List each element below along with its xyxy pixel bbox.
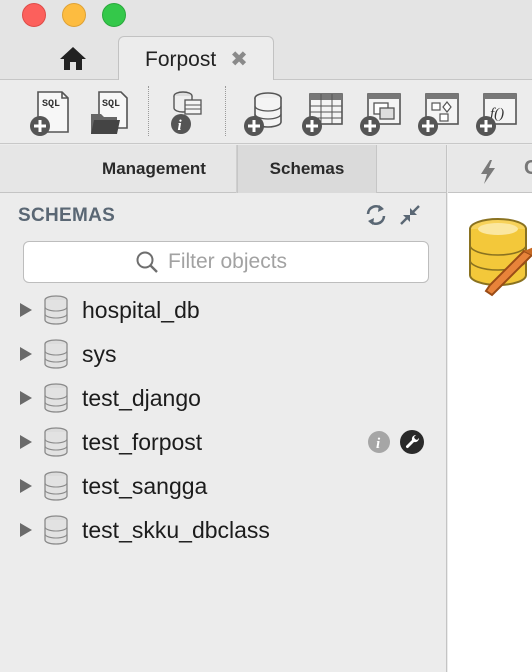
svg-text:SQL: SQL (42, 99, 60, 110)
schema-row[interactable]: sys (0, 332, 446, 376)
disclosure-triangle-icon[interactable] (20, 347, 32, 361)
schema-name: test_skku_dbclass (82, 516, 270, 543)
schema-row[interactable]: test_skku_dbclass (0, 508, 446, 552)
database-icon (44, 295, 68, 325)
tab-forpost[interactable]: Forpost ✖ (118, 36, 274, 82)
disclosure-triangle-icon[interactable] (20, 391, 32, 405)
svg-text:SQL: SQL (102, 99, 120, 110)
schema-info-icon[interactable]: i (367, 430, 391, 454)
database-icon (44, 471, 68, 501)
create-procedure-button[interactable] (416, 88, 462, 136)
toolbar-separator (225, 86, 226, 136)
sidebar-tab-bar: Management Schemas (0, 145, 446, 193)
create-procedure-icon (418, 93, 459, 136)
tab-schemas[interactable]: Schemas (237, 145, 377, 193)
create-table-icon (302, 93, 343, 136)
database-icon (44, 339, 68, 369)
object-inspector-icon: i (171, 91, 202, 134)
create-view-icon (360, 93, 401, 136)
object-inspector-button[interactable]: i (163, 88, 209, 136)
home-icon (60, 47, 86, 70)
main-toolbar: SQL SQL i f() (0, 80, 532, 144)
tab-close-icon[interactable]: ✖ (230, 49, 248, 70)
create-function-icon: f() (476, 93, 517, 136)
create-view-button[interactable] (358, 88, 404, 136)
schema-row[interactable]: test_sangga (0, 464, 446, 508)
wrench-icon[interactable] (399, 429, 425, 455)
workbench-window: Forpost ✖ SQL SQL i f() Management Schem… (0, 0, 532, 672)
schema-row[interactable]: test_forpost i (0, 420, 446, 464)
schema-name: test_sangga (82, 472, 208, 499)
home-tab[interactable] (40, 36, 106, 80)
database-icon (44, 427, 68, 457)
disclosure-triangle-icon[interactable] (20, 303, 32, 317)
database-icon (44, 383, 68, 413)
disclosure-triangle-icon[interactable] (20, 435, 32, 449)
lightning-bolt-icon[interactable] (478, 159, 498, 185)
toolbar-separator (148, 86, 149, 136)
window-zoom-button[interactable] (102, 3, 126, 27)
schema-name: hospital_db (82, 296, 200, 323)
tab-title: Forpost (145, 47, 217, 71)
editor-tab-bar: C (448, 145, 532, 193)
schemas-section-title: SCHEMAS (18, 205, 116, 226)
navigator-sidebar: Management Schemas SCHEMAS hospital_dbsy… (0, 145, 447, 672)
editor-area: C (448, 145, 532, 672)
create-schema-button[interactable] (242, 88, 288, 136)
editor-tab-label[interactable]: C (524, 157, 532, 180)
window-minimize-button[interactable] (62, 3, 86, 27)
collapse-sidebar-icon[interactable] (398, 203, 422, 227)
database-icon (44, 515, 68, 545)
create-function-button[interactable]: f() (474, 88, 520, 136)
disclosure-triangle-icon[interactable] (20, 479, 32, 493)
schema-row[interactable]: hospital_db (0, 288, 446, 332)
title-bar: Forpost ✖ (0, 0, 532, 82)
refresh-icon[interactable] (364, 203, 388, 227)
schema-row[interactable]: test_django (0, 376, 446, 420)
tab-management[interactable]: Management (72, 145, 237, 193)
filter-box[interactable] (23, 241, 429, 283)
new-sql-tab-icon: SQL (30, 91, 69, 136)
schema-name: sys (82, 340, 117, 367)
create-schema-icon (244, 92, 282, 136)
open-sql-script-button[interactable]: SQL (87, 88, 133, 136)
filter-objects-input[interactable] (168, 250, 318, 274)
database-edit-icon (469, 218, 532, 297)
window-close-button[interactable] (22, 3, 46, 27)
schema-name: test_django (82, 384, 201, 411)
new-sql-tab-button[interactable]: SQL (28, 88, 74, 136)
disclosure-triangle-icon[interactable] (20, 523, 32, 537)
search-icon (136, 251, 158, 273)
open-sql-script-icon: SQL (91, 91, 128, 134)
schema-name: test_forpost (82, 428, 203, 455)
create-table-button[interactable] (300, 88, 346, 136)
